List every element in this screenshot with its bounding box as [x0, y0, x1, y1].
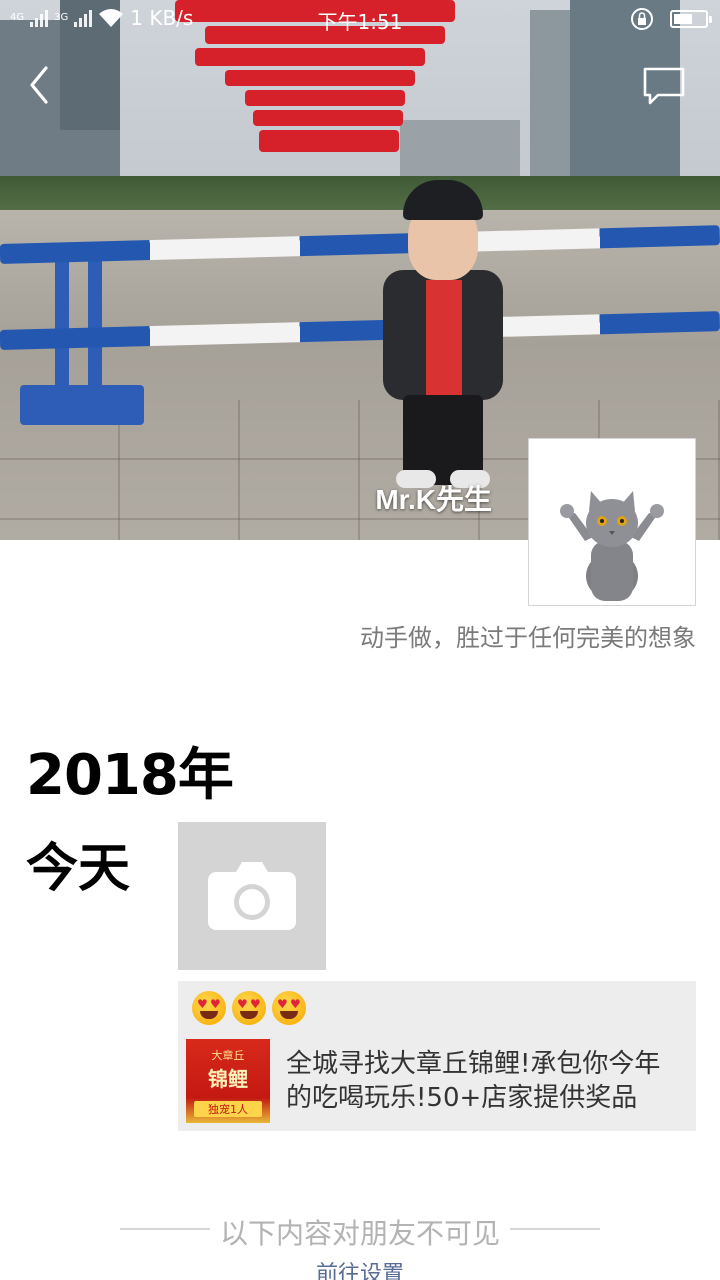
visibility-divider: 以下内容对朋友不可见 — [120, 1212, 600, 1250]
battery-icon — [670, 10, 712, 28]
link-title[interactable]: 全城寻找大章丘锦鲤!承包你今年的吃喝玩乐!50+店家提供奖品 — [286, 1047, 678, 1115]
message-icon[interactable] — [642, 66, 686, 106]
moment-post[interactable]: ♥ ♥ ♥ ♥ ♥ ♥ 大章丘 锦鲤 独宠1人 全城寻找大章丘锦鲤!承包你今年的吃喝玩… — [178, 981, 696, 1131]
thumb-title-text: 锦鲤 — [208, 1067, 248, 1091]
cat-avatar-image — [560, 491, 664, 601]
post-text: ♥ ♥ ♥ ♥ ♥ ♥ — [192, 991, 306, 1025]
add-photo-button[interactable] — [178, 822, 326, 970]
heart-eyes-emoji: ♥ ♥ — [272, 991, 306, 1025]
heart-eyes-emoji: ♥ ♥ — [232, 991, 266, 1025]
rotation-lock-icon — [631, 8, 653, 30]
thumb-badge-text: 独宠1人 — [194, 1101, 262, 1117]
back-icon[interactable] — [24, 62, 64, 108]
invisible-notice: 以下内容对朋友不可见 — [219, 1217, 500, 1250]
go-settings-link[interactable]: 前往设置 — [0, 1256, 720, 1280]
avatar[interactable] — [528, 438, 696, 606]
status-bar: 4G 3G 1 KB/s 下午1:51 — [0, 0, 720, 36]
camera-icon — [208, 862, 296, 930]
link-thumbnail[interactable]: 大章丘 锦鲤 独宠1人 — [186, 1039, 270, 1123]
heart-eyes-emoji: ♥ ♥ — [192, 991, 226, 1025]
profile-name[interactable]: Mr.K先生 — [375, 478, 492, 518]
clock: 下午1:51 — [317, 10, 403, 34]
thumb-top-text: 大章丘 — [211, 1049, 245, 1062]
moments-page: 4G 3G 1 KB/s 下午1:51 Mr.K先生 动手做，胜过于任何完美的想… — [0, 0, 720, 1280]
profile-signature: 动手做，胜过于任何完美的想象 — [360, 624, 696, 652]
divider-line-right — [510, 1228, 600, 1230]
day-label: 今天 — [26, 839, 131, 899]
year-heading: 2018年 — [26, 743, 234, 808]
